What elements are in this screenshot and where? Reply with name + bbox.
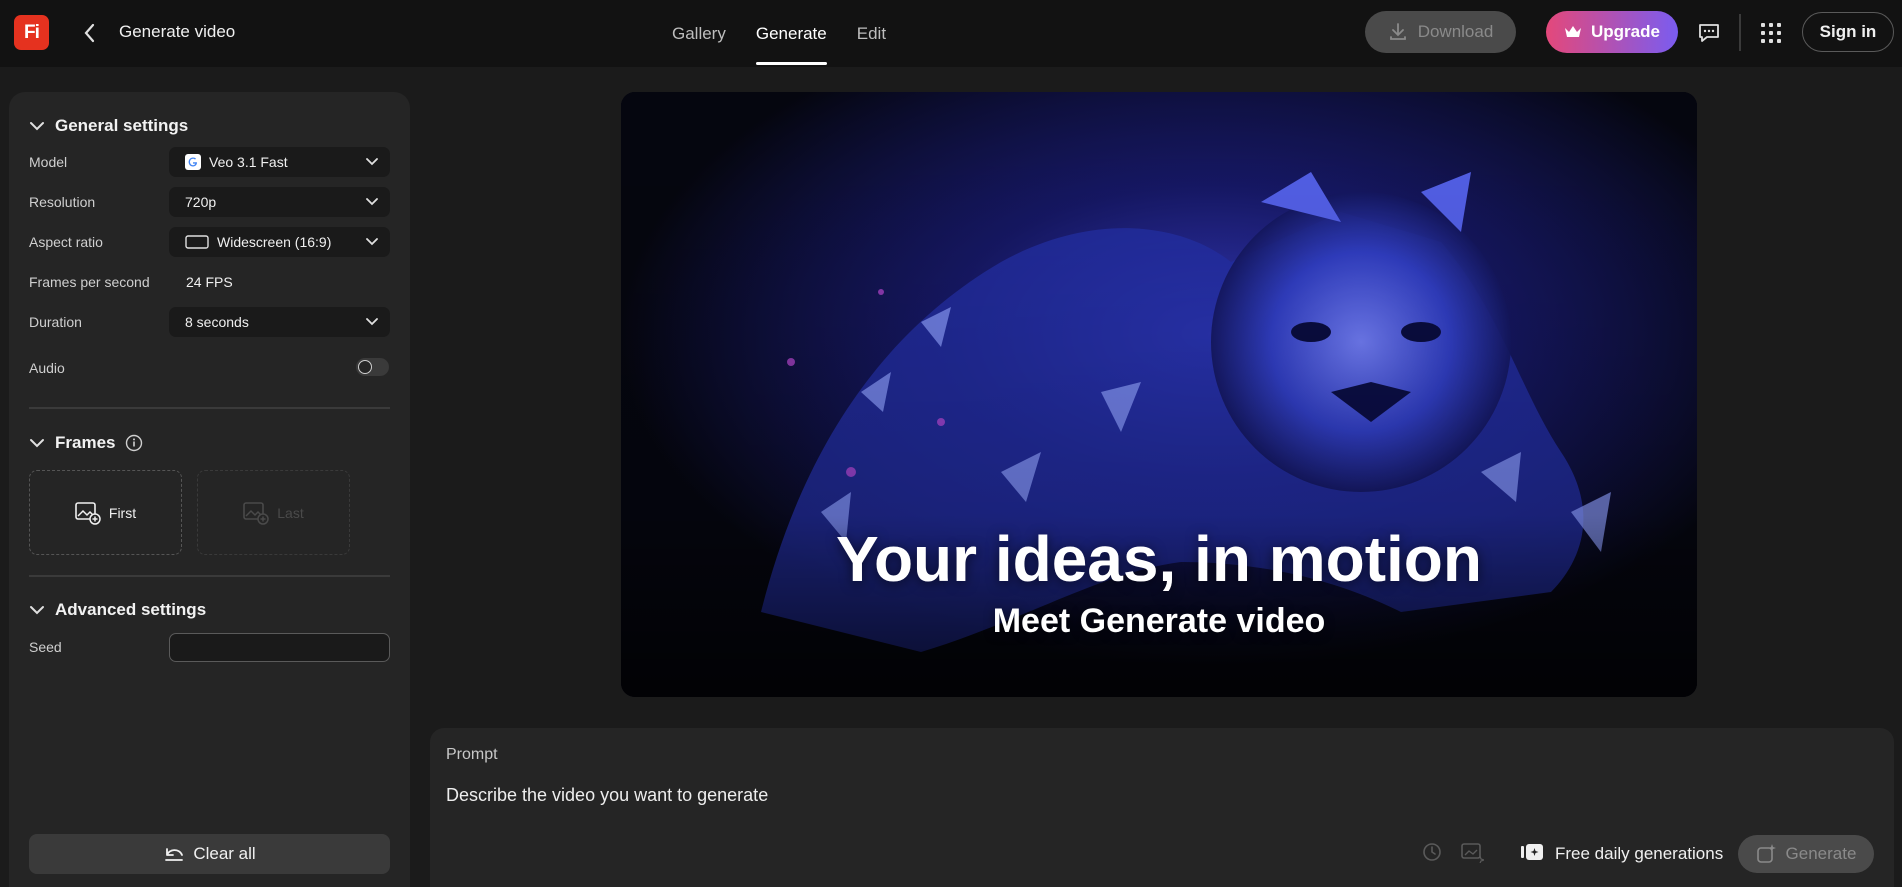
download-icon: [1389, 23, 1406, 40]
advanced-settings-title: Advanced settings: [55, 600, 207, 619]
model-label: Model: [29, 154, 68, 170]
upgrade-button[interactable]: Upgrade: [1546, 11, 1678, 53]
info-icon: [126, 434, 143, 452]
chevron-down-icon: [30, 606, 44, 615]
clear-all-button[interactable]: Clear all: [29, 834, 390, 874]
image-sparkle-icon: [1461, 843, 1484, 863]
page-title: Generate video: [119, 22, 236, 41]
prompt-label: Prompt: [446, 746, 498, 763]
duration-label: Duration: [29, 314, 82, 330]
generate-button[interactable]: Generate: [1738, 835, 1874, 873]
hero-subtitle: Meet Generate video: [992, 602, 1326, 640]
first-frame-label: First: [108, 504, 137, 521]
model-select[interactable]: Veo 3.1 Fast: [169, 147, 390, 177]
last-frame-label: Last: [277, 504, 304, 521]
audio-label: Audio: [29, 360, 65, 376]
undo-icon: [165, 848, 184, 861]
resolution-value: 720p: [185, 194, 217, 210]
style-reference-button[interactable]: [1459, 839, 1485, 865]
chevron-down-icon: [366, 238, 378, 246]
prompt-input[interactable]: [446, 782, 1346, 808]
app-logo[interactable]: Fi: [14, 15, 49, 50]
first-frame-upload[interactable]: First: [29, 470, 182, 555]
credits-button[interactable]: [1519, 839, 1545, 865]
free-daily-generations: Free daily generations: [1555, 844, 1724, 863]
main-nav: Gallery Generate Edit: [672, 0, 916, 67]
chevron-left-icon: [84, 23, 95, 43]
frames-header[interactable]: Frames: [29, 433, 143, 453]
google-icon: [185, 154, 201, 170]
resolution-select[interactable]: 720p: [169, 187, 390, 217]
tab-generate[interactable]: Generate: [755, 0, 827, 67]
clear-all-label: Clear all: [193, 844, 256, 863]
apps-grid-icon: [1761, 23, 1781, 43]
duration-select[interactable]: 8 seconds: [169, 307, 390, 337]
hero-title: Your ideas, in motion: [836, 523, 1482, 595]
header-separator: [1739, 14, 1741, 51]
back-button[interactable]: [78, 20, 102, 46]
apps-button[interactable]: [1756, 18, 1786, 48]
chevron-down-icon: [366, 198, 378, 206]
section-divider: [29, 407, 390, 409]
frames-title: Frames: [55, 433, 116, 452]
add-image-icon: [75, 501, 101, 525]
add-image-icon: [243, 501, 270, 525]
sparkle-icon: [1756, 844, 1776, 863]
chevron-down-icon: [30, 439, 44, 448]
duration-value: 8 seconds: [185, 314, 249, 330]
model-value: Veo 3.1 Fast: [209, 154, 288, 170]
aspect-ratio-value: Widescreen (16:9): [217, 234, 332, 250]
sign-in-button[interactable]: Sign in: [1802, 12, 1894, 52]
aspect-ratio-label: Aspect ratio: [29, 234, 103, 250]
preview-banner: Your ideas, in motion Meet Generate vide…: [621, 92, 1697, 697]
chevron-down-icon: [366, 158, 378, 166]
download-button[interactable]: Download: [1365, 11, 1516, 53]
credits-icon: [1521, 844, 1543, 860]
prompt-panel: Prompt Free daily generations Generate: [430, 728, 1894, 887]
history-icon: [1423, 843, 1441, 861]
download-label: Download: [1417, 22, 1494, 41]
settings-panel: General settings Model Veo 3.1 Fast Reso…: [9, 92, 410, 887]
widescreen-icon: [185, 235, 209, 249]
audio-toggle[interactable]: [356, 358, 389, 376]
fps-label: Frames per second: [29, 274, 150, 290]
tab-edit[interactable]: Edit: [857, 0, 886, 67]
upgrade-label: Upgrade: [1591, 22, 1660, 41]
top-bar: Fi Generate video Gallery Generate Edit …: [0, 0, 1902, 67]
history-button[interactable]: [1419, 839, 1445, 865]
aspect-ratio-select[interactable]: Widescreen (16:9): [169, 227, 390, 257]
last-frame-upload[interactable]: Last: [197, 470, 350, 555]
seed-input[interactable]: [169, 633, 390, 662]
seed-label: Seed: [29, 639, 62, 655]
chat-icon: [1699, 24, 1719, 42]
chevron-down-icon: [30, 122, 44, 131]
crown-icon: [1565, 26, 1582, 37]
resolution-label: Resolution: [29, 194, 96, 210]
section-divider: [29, 575, 390, 577]
feedback-button[interactable]: [1694, 18, 1724, 48]
general-settings-header[interactable]: General settings: [29, 116, 188, 136]
tab-gallery[interactable]: Gallery: [672, 0, 726, 67]
generate-label: Generate: [1785, 844, 1857, 863]
general-settings-title: General settings: [55, 116, 189, 135]
advanced-settings-header[interactable]: Advanced settings: [29, 600, 206, 620]
chevron-down-icon: [366, 318, 378, 326]
fps-value: 24 FPS: [186, 274, 233, 290]
